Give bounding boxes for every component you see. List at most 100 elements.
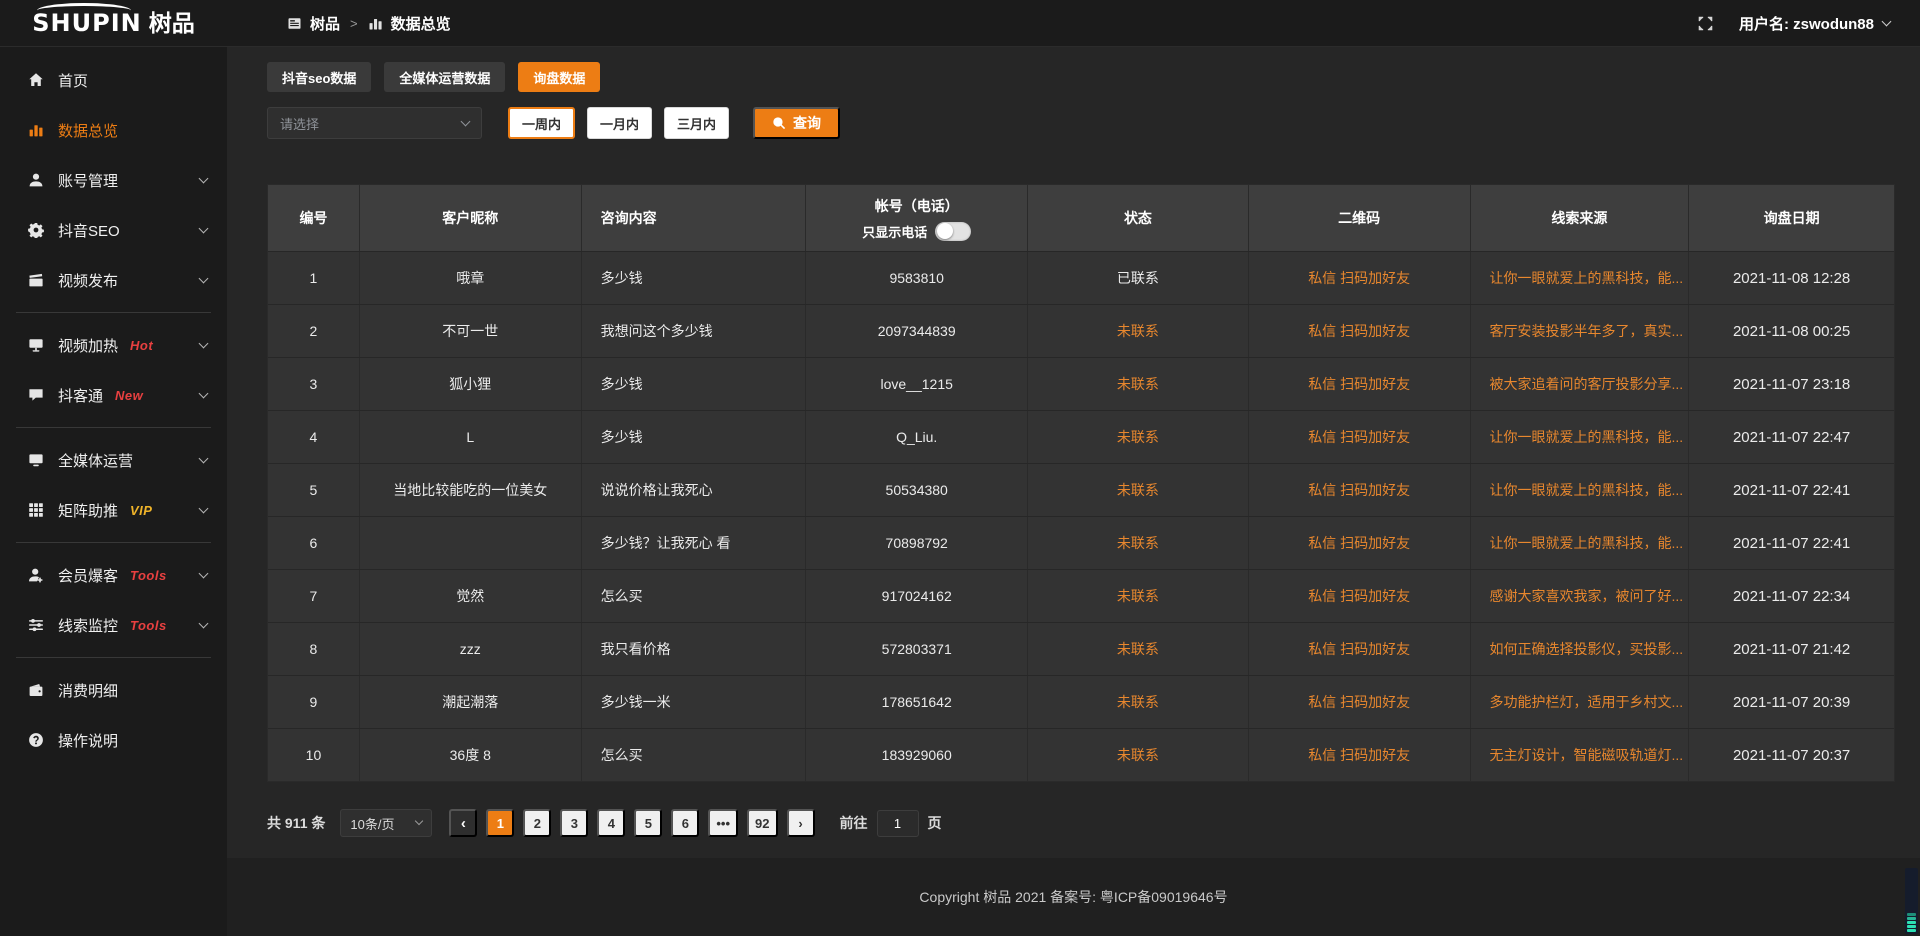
sidebar-item-1[interactable]: 首页 xyxy=(0,55,227,105)
cell-qrcode[interactable]: 私信 扫码加好友 xyxy=(1249,729,1471,781)
chevron-down-icon xyxy=(199,569,209,579)
cell-content: 多少钱 xyxy=(582,358,807,410)
sidebar-item-11[interactable]: 矩阵助推VIP xyxy=(0,485,227,535)
pagination: 共 911 条 10条/页 ‹ 123456•••92 › 前往 页 xyxy=(267,809,1895,837)
page-button-5[interactable]: 5 xyxy=(634,809,662,837)
cell-nickname: 觉然 xyxy=(360,570,582,622)
cell-qrcode[interactable]: 私信 扫码加好友 xyxy=(1249,676,1471,728)
page-button-2[interactable]: 2 xyxy=(523,809,551,837)
breadcrumb-separator: > xyxy=(350,16,358,31)
sidebar-item-label: 数据总览 xyxy=(58,120,118,141)
tab-2[interactable]: 全媒体运营数据 xyxy=(384,62,505,92)
topbar-right: 用户名: zswodun88 xyxy=(1698,13,1920,34)
cell-source[interactable]: 让你一眼就爱上的黑科技，能... xyxy=(1471,517,1690,569)
sidebar-item-label: 全媒体运营 xyxy=(58,450,133,471)
account-select[interactable]: 请选择 xyxy=(267,107,482,139)
sidebar-item-14[interactable]: 线索监控Tools xyxy=(0,600,227,650)
date-range-button-2[interactable]: 一月内 xyxy=(587,107,652,139)
cell-source[interactable]: 多功能护栏灯，适用于乡村文... xyxy=(1471,676,1690,728)
sidebar-item-5[interactable]: 视频发布 xyxy=(0,255,227,305)
page-button-1[interactable]: 1 xyxy=(486,809,514,837)
page-button-6[interactable]: 6 xyxy=(671,809,699,837)
sidebar-item-10[interactable]: 全媒体运营 xyxy=(0,435,227,485)
chevron-down-icon xyxy=(461,116,471,126)
date-range-button-1[interactable]: 一周内 xyxy=(508,107,575,139)
tab-1[interactable]: 抖音seo数据 xyxy=(267,62,371,92)
only-phone-toggle[interactable] xyxy=(935,222,971,241)
page-button-3[interactable]: 3 xyxy=(560,809,588,837)
cell-source[interactable]: 客厅安装投影半年多了，真实... xyxy=(1471,305,1690,357)
page-size-select[interactable]: 10条/页 xyxy=(340,809,432,837)
sidebar-item-2[interactable]: 数据总览 xyxy=(0,105,227,155)
heat-icon xyxy=(28,337,44,353)
sidebar-item-13[interactable]: 会员爆客Tools xyxy=(0,550,227,600)
phone-column-title: 帐号（电话） xyxy=(875,196,959,216)
help-icon xyxy=(28,732,44,748)
cell-date: 2021-11-07 22:47 xyxy=(1689,411,1894,463)
cell-source[interactable]: 感谢大家喜欢我家，被问了好... xyxy=(1471,570,1690,622)
cell-qrcode[interactable]: 私信 扫码加好友 xyxy=(1249,570,1471,622)
cell-id: 7 xyxy=(268,570,360,622)
goto-page-input[interactable] xyxy=(877,810,919,837)
chevron-down-icon xyxy=(199,504,209,514)
cell-id: 2 xyxy=(268,305,360,357)
sidebar-item-label: 抖音SEO xyxy=(58,220,120,241)
page-button-4[interactable]: 4 xyxy=(597,809,625,837)
cell-content: 说说价格让我死心 xyxy=(582,464,807,516)
cell-source[interactable]: 让你一眼就爱上的黑科技，能... xyxy=(1471,464,1690,516)
breadcrumb-root[interactable]: 树品 xyxy=(310,13,340,34)
sidebar-item-4[interactable]: 抖音SEO xyxy=(0,205,227,255)
sidebar-item-label: 线索监控 xyxy=(58,615,118,636)
cell-account: love__1215 xyxy=(806,358,1028,410)
sidebar-item-label: 操作说明 xyxy=(58,730,118,751)
cell-qrcode[interactable]: 私信 扫码加好友 xyxy=(1249,623,1471,675)
column-header-7: 线索来源 xyxy=(1471,185,1690,251)
page-button-92[interactable]: 92 xyxy=(747,809,777,837)
column-header-5: 状态 xyxy=(1028,185,1249,251)
cell-source[interactable]: 让你一眼就爱上的黑科技，能... xyxy=(1471,411,1690,463)
cell-source[interactable]: 被大家追着问的客厅投影分享... xyxy=(1471,358,1690,410)
sidebar-item-label: 抖客通 xyxy=(58,385,103,406)
cell-id: 8 xyxy=(268,623,360,675)
tab-3[interactable]: 询盘数据 xyxy=(518,62,600,92)
prev-page-button[interactable]: ‹ xyxy=(449,809,477,837)
query-button[interactable]: 查询 xyxy=(753,107,840,139)
cell-qrcode[interactable]: 私信 扫码加好友 xyxy=(1249,358,1471,410)
sidebar-item-label: 账号管理 xyxy=(58,170,118,191)
table-row: 5当地比较能吃的一位美女说说价格让我死心50534380未联系私信 扫码加好友让… xyxy=(268,463,1894,516)
cell-qrcode[interactable]: 私信 扫码加好友 xyxy=(1249,305,1471,357)
topbar: SHUPIN 树品 树品 > 数据总览 用户名: zswodun88 xyxy=(0,0,1920,47)
cell-qrcode[interactable]: 私信 扫码加好友 xyxy=(1249,411,1471,463)
date-range-button-3[interactable]: 三月内 xyxy=(664,107,729,139)
table-row: 1哦章多少钱9583810已联系私信 扫码加好友让你一眼就爱上的黑科技，能...… xyxy=(268,251,1894,304)
page-ellipsis-button[interactable]: ••• xyxy=(708,809,738,837)
sidebar-item-label: 会员爆客 xyxy=(58,565,118,586)
column-header-1: 编号 xyxy=(268,185,360,251)
inquiry-table: 编号客户昵称咨询内容帐号（电话）只显示电话状态二维码线索来源询盘日期 1哦章多少… xyxy=(267,184,1895,782)
cell-source[interactable]: 如何正确选择投影仪，买投影... xyxy=(1471,623,1690,675)
column-header-4: 帐号（电话）只显示电话 xyxy=(806,185,1028,251)
cell-source[interactable]: 让你一眼就爱上的黑科技，能... xyxy=(1471,252,1690,304)
member-icon xyxy=(28,567,44,583)
user-menu[interactable]: 用户名: zswodun88 xyxy=(1739,13,1890,34)
sidebar-item-3[interactable]: 账号管理 xyxy=(0,155,227,205)
sidebar: 首页数据总览账号管理抖音SEO 视频发布视频加热Hot抖客通New 全媒体运营矩阵助… xyxy=(0,47,227,936)
cell-qrcode[interactable]: 私信 扫码加好友 xyxy=(1249,464,1471,516)
column-header-8: 询盘日期 xyxy=(1689,185,1894,251)
cell-source[interactable]: 无主灯设计，智能磁吸轨道灯... xyxy=(1471,729,1690,781)
fullscreen-icon[interactable] xyxy=(1698,16,1713,31)
column-header-3: 咨询内容 xyxy=(582,185,807,251)
cell-qrcode[interactable]: 私信 扫码加好友 xyxy=(1249,252,1471,304)
sidebar-item-label: 矩阵助推 xyxy=(58,500,118,521)
sidebar-item-7[interactable]: 视频加热Hot xyxy=(0,320,227,370)
sidebar-item-8[interactable]: 抖客通New xyxy=(0,370,227,420)
cell-qrcode[interactable]: 私信 扫码加好友 xyxy=(1249,517,1471,569)
cell-status: 未联系 xyxy=(1028,570,1249,622)
media-icon xyxy=(28,452,44,468)
column-header-2: 客户昵称 xyxy=(360,185,582,251)
sidebar-item-label: 消费明细 xyxy=(58,680,118,701)
sidebar-item-17[interactable]: 操作说明 xyxy=(0,715,227,765)
next-page-button[interactable]: › xyxy=(787,809,815,837)
cell-date: 2021-11-07 22:41 xyxy=(1689,464,1894,516)
sidebar-item-16[interactable]: 消费明细 xyxy=(0,665,227,715)
